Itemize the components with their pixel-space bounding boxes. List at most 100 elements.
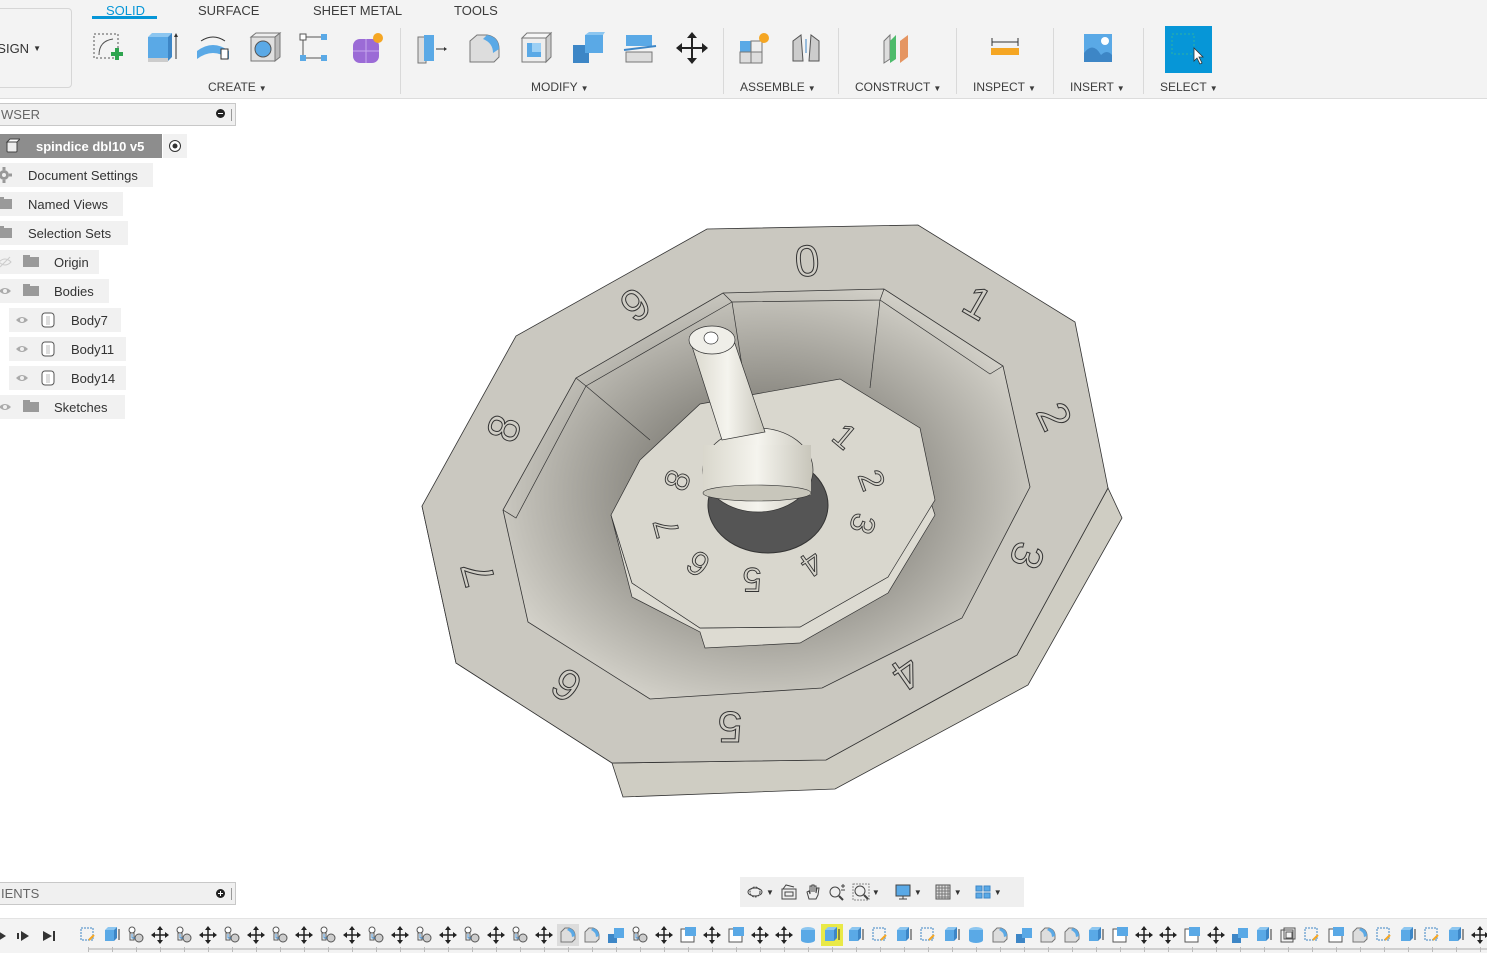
tab-tools[interactable]: TOOLS bbox=[454, 3, 498, 18]
timeline-feature-fillet[interactable] bbox=[989, 924, 1011, 946]
timeline-feature-joint[interactable] bbox=[125, 924, 147, 946]
timeline-feature-shell[interactable] bbox=[725, 924, 747, 946]
create-form-button[interactable] bbox=[350, 30, 386, 66]
timeline-feature-fillet[interactable] bbox=[1349, 924, 1371, 946]
insert-menu[interactable]: INSERT▼ bbox=[1070, 80, 1125, 94]
revolve-button[interactable] bbox=[195, 30, 231, 66]
assemble-menu[interactable]: ASSEMBLE▼ bbox=[740, 80, 816, 94]
timeline-feature-sketch[interactable] bbox=[1421, 924, 1443, 946]
workspace-menu[interactable]: SIGN ▼ bbox=[0, 8, 72, 88]
timeline-feature-joint[interactable] bbox=[413, 924, 435, 946]
select-menu[interactable]: SELECT▼ bbox=[1160, 80, 1218, 94]
timeline-feature-shell[interactable] bbox=[1181, 924, 1203, 946]
timeline-feature-fillet[interactable] bbox=[1061, 924, 1083, 946]
display-settings-button[interactable]: ▼ bbox=[894, 880, 922, 904]
panel-grip[interactable] bbox=[231, 109, 233, 121]
press-pull-button[interactable] bbox=[413, 30, 449, 66]
tree-item-body11[interactable]: Body11 bbox=[9, 337, 126, 361]
timeline-feature-extrude[interactable] bbox=[845, 924, 867, 946]
timeline-feature-joint[interactable] bbox=[509, 924, 531, 946]
orbit-button[interactable]: ▼ bbox=[746, 880, 774, 904]
insert-image-button[interactable] bbox=[1080, 30, 1116, 66]
fit-button[interactable]: ▼ bbox=[852, 880, 880, 904]
timeline-feature-move[interactable] bbox=[341, 924, 363, 946]
timeline-feature-shell[interactable] bbox=[677, 924, 699, 946]
timeline-feature-joint[interactable] bbox=[221, 924, 243, 946]
timeline-feature-move[interactable] bbox=[149, 924, 171, 946]
split-body-button[interactable] bbox=[622, 30, 658, 66]
timeline-feature-extrude[interactable] bbox=[941, 924, 963, 946]
pan-button[interactable] bbox=[804, 880, 822, 904]
timeline-feature-shell[interactable] bbox=[1109, 924, 1131, 946]
timeline-feature-sketch[interactable] bbox=[869, 924, 891, 946]
move-button[interactable] bbox=[674, 30, 710, 66]
timeline-feature-combine[interactable] bbox=[1229, 924, 1251, 946]
timeline-feature-offset[interactable] bbox=[1277, 924, 1299, 946]
combine-button[interactable] bbox=[570, 30, 606, 66]
timeline-feature-joint[interactable] bbox=[461, 924, 483, 946]
eye-icon[interactable] bbox=[0, 285, 12, 297]
timeline-feature-fillet[interactable] bbox=[1037, 924, 1059, 946]
tab-surface[interactable]: SURFACE bbox=[198, 3, 259, 18]
timeline-feature-sketch[interactable] bbox=[1373, 924, 1395, 946]
pattern-button[interactable] bbox=[296, 30, 332, 66]
timeline-feature-combine[interactable] bbox=[1013, 924, 1035, 946]
timeline-feature-extrude[interactable] bbox=[1085, 924, 1107, 946]
eye-hidden-icon[interactable] bbox=[0, 256, 12, 268]
tree-item-body14[interactable]: Body14 bbox=[9, 366, 126, 390]
eye-icon[interactable] bbox=[15, 314, 29, 326]
timeline-feature-move[interactable] bbox=[1469, 924, 1487, 946]
add-comment-icon[interactable] bbox=[216, 889, 225, 898]
browser-root[interactable]: spindice dbl10 v5 bbox=[0, 134, 162, 158]
timeline-feature-sketch[interactable] bbox=[1301, 924, 1323, 946]
tree-item-bodies[interactable]: Bodies bbox=[0, 279, 109, 303]
grid-button[interactable]: ▼ bbox=[934, 880, 962, 904]
timeline-feature-joint[interactable] bbox=[365, 924, 387, 946]
timeline-feature-sketch[interactable] bbox=[917, 924, 939, 946]
timeline-feature-move[interactable] bbox=[1205, 924, 1227, 946]
activate-radio[interactable] bbox=[163, 134, 187, 158]
comments-panel-header[interactable]: IENTS bbox=[0, 882, 236, 905]
timeline-feature-move[interactable] bbox=[197, 924, 219, 946]
extrude-button[interactable] bbox=[143, 30, 179, 66]
eye-icon[interactable] bbox=[15, 372, 29, 384]
timeline-feature-joint[interactable] bbox=[629, 924, 651, 946]
modify-menu[interactable]: MODIFY▼ bbox=[531, 80, 589, 94]
joint-button[interactable] bbox=[788, 30, 824, 66]
measure-button[interactable] bbox=[987, 30, 1023, 66]
canvas-viewport[interactable]: 0 1 2 3 4 5 6 7 8 9 1 2 3 4 5 6 7 8 bbox=[237, 100, 1487, 875]
timeline-feature-cylinder[interactable] bbox=[797, 924, 819, 946]
timeline-feature-shell[interactable] bbox=[1325, 924, 1347, 946]
timeline-feature-move[interactable] bbox=[293, 924, 315, 946]
timeline-feature-extrude[interactable] bbox=[821, 924, 843, 946]
timeline-feature-fillet[interactable] bbox=[557, 924, 579, 946]
look-at-button[interactable] bbox=[780, 880, 798, 904]
shell-button[interactable] bbox=[518, 30, 554, 66]
timeline-feature-joint[interactable] bbox=[173, 924, 195, 946]
timeline-feature-extrude[interactable] bbox=[1397, 924, 1419, 946]
timeline-feature-move[interactable] bbox=[1157, 924, 1179, 946]
offset-plane-button[interactable] bbox=[879, 30, 915, 66]
new-component-button[interactable] bbox=[736, 30, 772, 66]
tree-item-body7[interactable]: Body7 bbox=[9, 308, 121, 332]
create-sketch-button[interactable] bbox=[90, 30, 126, 66]
panel-grip[interactable] bbox=[231, 888, 233, 900]
timeline-feature-move[interactable] bbox=[653, 924, 675, 946]
timeline-feature-fillet[interactable] bbox=[581, 924, 603, 946]
fillet-button[interactable] bbox=[466, 30, 502, 66]
timeline-feature-move[interactable] bbox=[749, 924, 771, 946]
browser-panel-header[interactable]: WSER bbox=[0, 103, 236, 126]
eye-icon[interactable] bbox=[15, 343, 29, 355]
timeline-feature-extrude[interactable] bbox=[1445, 924, 1467, 946]
tree-item-sketches[interactable]: Sketches bbox=[0, 395, 125, 419]
zoom-button[interactable] bbox=[828, 880, 846, 904]
timeline-feature-move[interactable] bbox=[701, 924, 723, 946]
play-button[interactable] bbox=[16, 928, 32, 944]
timeline-feature-move[interactable] bbox=[533, 924, 555, 946]
collapse-icon[interactable] bbox=[216, 109, 225, 118]
timeline-feature-extrude[interactable] bbox=[101, 924, 123, 946]
tree-item-origin[interactable]: Origin bbox=[0, 250, 99, 274]
eye-icon[interactable] bbox=[0, 401, 12, 413]
timeline-feature-combine[interactable] bbox=[605, 924, 627, 946]
step-back-button[interactable] bbox=[0, 928, 12, 944]
